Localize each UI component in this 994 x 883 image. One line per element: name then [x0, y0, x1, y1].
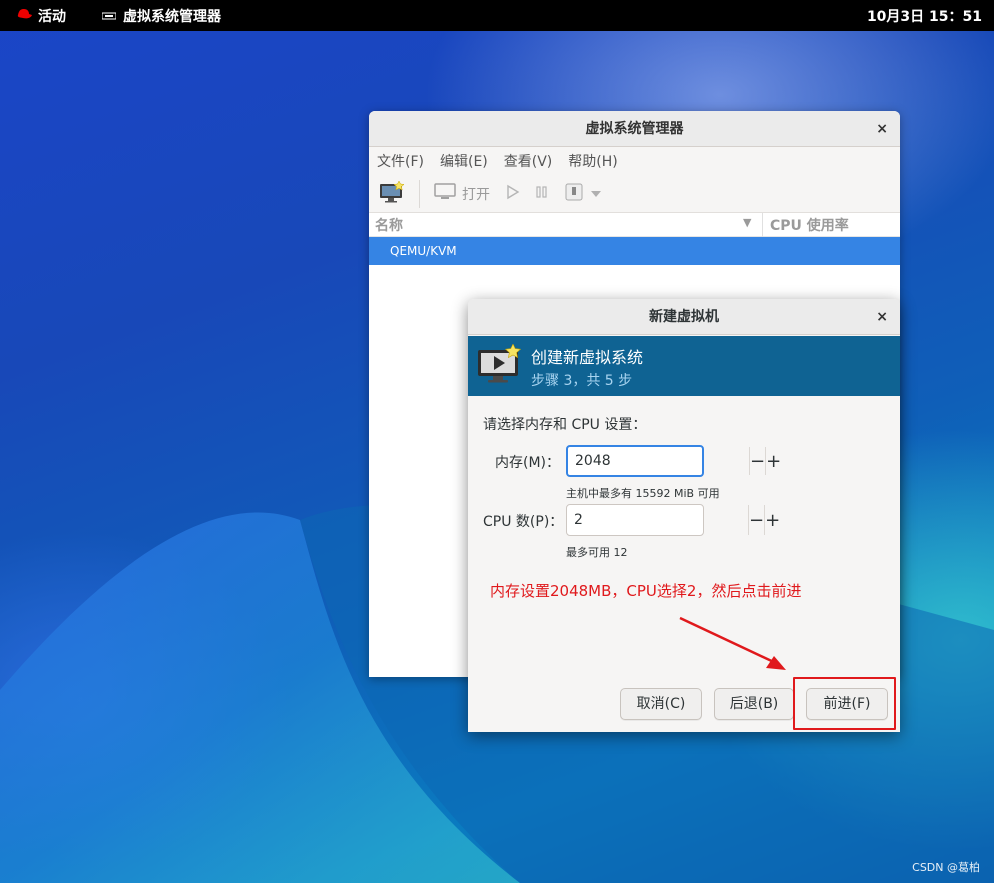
- memory-label: 内存(M)：: [495, 455, 561, 471]
- connection-row[interactable]: QEMU/KVM: [369, 237, 900, 265]
- menu-view[interactable]: 查看(V): [504, 151, 553, 171]
- memory-input[interactable]: [568, 447, 749, 475]
- new-vm-button[interactable]: [379, 179, 405, 207]
- redhat-logo-icon: [16, 8, 32, 24]
- watermark: CSDN @葛柏: [912, 861, 980, 874]
- window-title: 虚拟系统管理器: [585, 121, 684, 137]
- column-name[interactable]: 名称: [375, 215, 403, 235]
- open-button[interactable]: 打开: [434, 182, 490, 205]
- app-menu[interactable]: 虚拟系统管理器: [101, 6, 221, 26]
- annotation-highlight-box: [793, 677, 896, 730]
- menu-help[interactable]: 帮助(H): [568, 151, 617, 171]
- cpu-label: CPU 数(P)：: [483, 514, 564, 530]
- cpu-spinbox: − +: [566, 504, 780, 536]
- vm-wizard-icon: [477, 343, 523, 390]
- pause-button[interactable]: [534, 184, 550, 204]
- memory-decrement-button[interactable]: −: [749, 447, 765, 475]
- memory-hint: 主机中最多有 15592 MiB 可用: [566, 487, 720, 500]
- cancel-button[interactable]: 取消(C): [620, 688, 702, 720]
- dialog-title: 新建虚拟机: [649, 309, 719, 325]
- cpu-hint: 最多可用 12: [566, 546, 628, 559]
- back-button[interactable]: 后退(B): [714, 688, 794, 720]
- chevron-down-icon[interactable]: [590, 186, 602, 202]
- column-header: 名称 ▼ CPU 使用率: [369, 213, 900, 237]
- annotation-text: 内存设置2048MB，CPU选择2，然后点击前进: [490, 582, 802, 600]
- activities-label: 活动: [38, 9, 66, 25]
- toolbar-separator: [419, 179, 420, 208]
- toolbar: 打开: [369, 175, 900, 213]
- settings-prompt: 请选择内存和 CPU 设置：: [483, 417, 647, 433]
- pause-icon: [534, 184, 550, 204]
- memory-spinbox: − +: [566, 445, 781, 477]
- activities-button[interactable]: 活动: [16, 6, 66, 26]
- annotation-arrow: [679, 616, 786, 670]
- memory-increment-button[interactable]: +: [765, 447, 781, 475]
- menu-edit[interactable]: 编辑(E): [440, 151, 488, 171]
- column-cpu-usage[interactable]: CPU 使用率: [770, 215, 849, 235]
- new-vm-icon: [379, 179, 405, 207]
- monitor-icon: [434, 182, 456, 205]
- shutdown-button[interactable]: [564, 182, 602, 206]
- column-divider: [762, 213, 763, 237]
- dialog-banner: 创建新虚拟系统 步骤 3，共 5 步: [468, 336, 900, 396]
- window-titlebar[interactable]: 虚拟系统管理器 ×: [369, 111, 900, 147]
- menu-file[interactable]: 文件(F): [377, 151, 424, 171]
- run-button[interactable]: [504, 184, 520, 204]
- banner-subtitle: 步骤 3，共 5 步: [531, 373, 633, 389]
- open-label: 打开: [462, 186, 490, 203]
- cpu-decrement-button[interactable]: −: [748, 505, 764, 535]
- window-close-icon[interactable]: ×: [876, 111, 888, 147]
- play-icon: [504, 184, 520, 204]
- menu-bar: 文件(F) 编辑(E) 查看(V) 帮助(H): [369, 147, 900, 175]
- power-icon: [564, 182, 584, 206]
- app-menu-label: 虚拟系统管理器: [123, 9, 221, 25]
- cpu-input[interactable]: [567, 505, 748, 535]
- dialog-close-icon[interactable]: ×: [876, 299, 888, 335]
- connection-label: QEMU/KVM: [390, 244, 457, 258]
- top-bar: 活动 虚拟系统管理器 10月3日 15：51: [0, 0, 994, 31]
- cpu-increment-button[interactable]: +: [764, 505, 780, 535]
- dialog-titlebar[interactable]: 新建虚拟机 ×: [468, 299, 900, 335]
- app-icon: [101, 8, 117, 24]
- banner-title: 创建新虚拟系统: [531, 348, 644, 367]
- clock[interactable]: 10月3日 15：51: [867, 6, 982, 26]
- sort-arrow-icon[interactable]: ▼: [743, 216, 751, 229]
